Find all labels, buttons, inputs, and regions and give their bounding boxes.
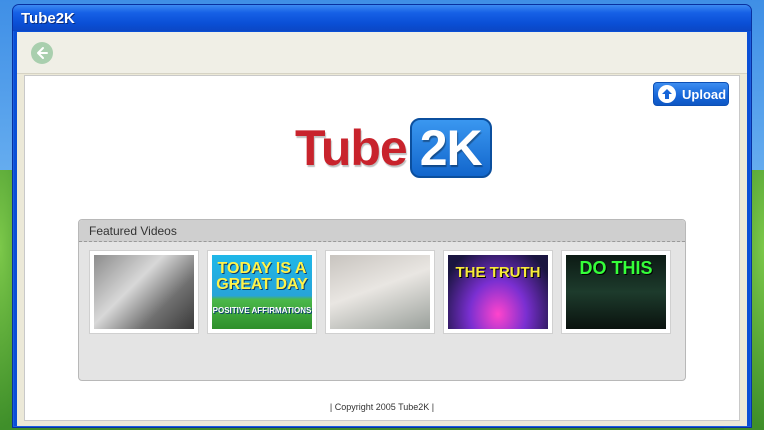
thumbnail-subcaption: POSITIVE AFFIRMATIONS	[212, 306, 312, 315]
featured-videos-panel: Featured Videos TODAY IS A GREAT DAY POS…	[78, 219, 686, 381]
logo-badge-2k: 2K	[409, 118, 492, 178]
video-thumbnail-4[interactable]: THE TRUTH	[443, 250, 553, 334]
thumbnail-image: THE TRUTH	[448, 255, 548, 329]
thumbnail-caption: DO THIS	[579, 258, 653, 278]
back-arrow-icon	[37, 46, 48, 59]
upload-button[interactable]: Upload	[653, 82, 729, 106]
window-client-area: Upload Tube 2K Featured Videos TODAY IS …	[17, 32, 747, 426]
upload-arrow-icon	[658, 85, 676, 103]
toolbar	[17, 32, 747, 74]
video-thumbnail-3[interactable]	[325, 250, 435, 334]
app-window: Tube2K Upload Tube 2K Featured Videos TO…	[12, 4, 752, 428]
video-thumbnail-2[interactable]: TODAY IS A GREAT DAY POSITIVE AFFIRMATIO…	[207, 250, 317, 334]
back-button[interactable]	[31, 41, 53, 64]
copyright-footer: | Copyright 2005 Tube2K |	[329, 402, 435, 412]
main-content: Upload Tube 2K Featured Videos TODAY IS …	[24, 75, 740, 421]
thumbnail-image	[94, 255, 194, 329]
title-bar[interactable]: Tube2K	[13, 5, 751, 31]
thumbnail-image	[330, 255, 430, 329]
video-thumbnail-1[interactable]	[89, 250, 199, 334]
upload-label: Upload	[682, 86, 727, 102]
thumbnail-image: TODAY IS A GREAT DAY POSITIVE AFFIRMATIO…	[212, 255, 312, 329]
thumbnail-image: DO THIS	[566, 255, 666, 329]
tube2k-logo: Tube 2K	[295, 116, 492, 180]
logo-text-tube: Tube	[295, 120, 408, 176]
featured-thumbnails: TODAY IS A GREAT DAY POSITIVE AFFIRMATIO…	[89, 250, 671, 334]
featured-videos-header: Featured Videos	[79, 220, 685, 242]
thumbnail-caption: THE TRUTH	[455, 264, 541, 281]
thumbnail-caption: TODAY IS A GREAT DAY	[216, 260, 308, 293]
window-title: Tube2K	[21, 9, 75, 27]
video-thumbnail-5[interactable]: DO THIS	[561, 250, 671, 334]
